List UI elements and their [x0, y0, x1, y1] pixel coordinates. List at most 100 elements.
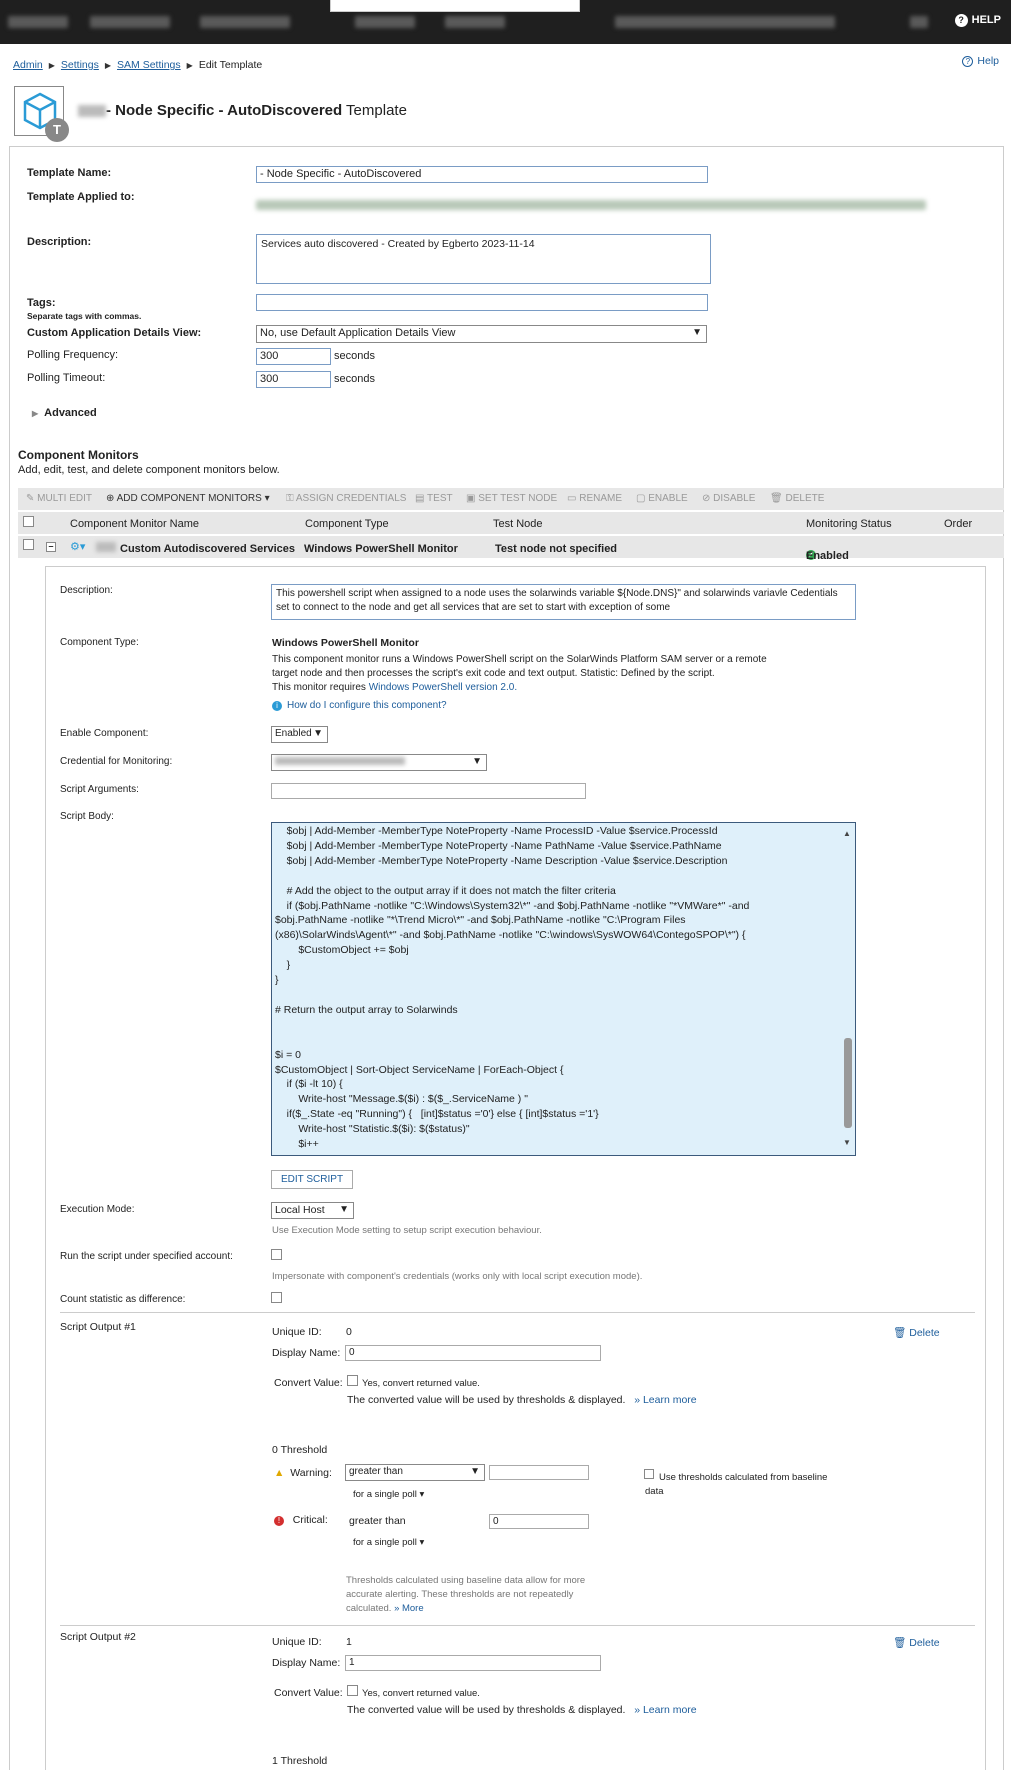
detail-description-textarea[interactable]: This powershell script when assigned to …	[271, 584, 856, 620]
convert-check-label: Yes, convert returned value.	[362, 1688, 480, 1699]
script-output-2-title: Script Output #2	[60, 1631, 136, 1643]
help-link[interactable]: ? Help	[962, 55, 999, 67]
column-order[interactable]: Order	[944, 518, 972, 530]
warning-operator-select[interactable]: greater than ▼	[345, 1464, 485, 1481]
convert-checkbox[interactable]	[347, 1375, 358, 1386]
threshold-title: 0 Threshold	[272, 1444, 328, 1456]
blurred-name-prefix	[96, 542, 116, 552]
nav-item-blurred[interactable]	[615, 16, 835, 28]
run-as-checkbox[interactable]	[271, 1249, 282, 1260]
breadcrumb-admin[interactable]: Admin	[13, 59, 43, 71]
custom-view-label: Custom Application Details View:	[27, 327, 202, 339]
configure-link[interactable]: i How do I configure this component?	[272, 700, 447, 711]
credential-select[interactable]: ▼	[271, 754, 487, 771]
script-args-input[interactable]	[271, 783, 586, 799]
script-line	[275, 988, 852, 1003]
execution-hint: Use Execution Mode setting to setup scri…	[272, 1225, 542, 1236]
display-name-input[interactable]: 0	[345, 1345, 601, 1361]
learn-more-link[interactable]: » Learn more	[634, 1704, 696, 1716]
baseline-label: Use thresholds calculated from baseline …	[645, 1472, 828, 1497]
execution-mode-select[interactable]: Local Host ▼	[271, 1202, 354, 1219]
script-line: $i++	[275, 1138, 319, 1151]
rename-button[interactable]: ▭ RENAME	[567, 493, 622, 504]
scroll-thumb[interactable]	[844, 1038, 852, 1128]
convert-checkbox[interactable]	[347, 1685, 358, 1696]
nav-item-blurred[interactable]	[445, 16, 505, 28]
script-lines: $obj | Add-Member -MemberType NoteProper…	[275, 824, 852, 1152]
display-name-input[interactable]: 1	[345, 1655, 601, 1671]
script-line: }	[275, 974, 279, 987]
tags-input[interactable]	[256, 294, 708, 311]
more-link[interactable]: » More	[394, 1603, 424, 1614]
script-line: $CustomObject += $obj	[275, 944, 409, 957]
polling-frequency-input[interactable]: 300	[256, 348, 331, 365]
nav-item-blurred[interactable]	[90, 16, 170, 28]
script-scrollbar[interactable]: ▲ ▼	[841, 823, 855, 1155]
set-test-node-button[interactable]: ▣ SET TEST NODE	[466, 493, 557, 504]
applied-nodes-blurred[interactable]	[256, 200, 926, 210]
scroll-down-icon[interactable]: ▼	[843, 1136, 851, 1151]
table-row[interactable]: – ⚙▾ Custom Autodiscovered Services Wind…	[18, 536, 1004, 562]
page-title: - Node Specific - AutoDiscovered Templat…	[78, 102, 407, 119]
script-line: if($_.State -eq "Running") { [int]$statu…	[275, 1108, 599, 1121]
warning-triangle-icon: ▲	[274, 1467, 285, 1479]
disable-button[interactable]: ⊘ DISABLE	[702, 493, 755, 504]
test-button[interactable]: ▤ TEST	[415, 493, 453, 504]
column-type[interactable]: Component Type	[305, 518, 389, 530]
enable-component-select[interactable]: Enabled ▼	[271, 726, 328, 743]
critical-value-input[interactable]: 0	[489, 1514, 589, 1529]
script-line: if ($obj.PathName -notlike "C:\Windows\S…	[275, 899, 750, 912]
column-status[interactable]: Monitoring Status	[806, 518, 892, 530]
unique-id-value: 1	[346, 1636, 352, 1648]
critical-poll-select[interactable]: for a single poll ▾	[353, 1537, 424, 1548]
powershell-version-link[interactable]: Windows PowerShell version 2.0.	[369, 682, 517, 693]
advanced-toggle[interactable]: ▶ Advanced	[32, 407, 97, 419]
enable-button[interactable]: ▢ ENABLE	[636, 493, 688, 504]
count-diff-checkbox[interactable]	[271, 1292, 282, 1303]
custom-view-select[interactable]: No, use Default Application Details View…	[256, 325, 707, 343]
polling-timeout-input[interactable]: 300	[256, 371, 331, 388]
script-body-editor[interactable]: $obj | Add-Member -MemberType NoteProper…	[271, 822, 856, 1156]
delete-button[interactable]: 🗑 DELETE	[770, 493, 824, 504]
scroll-up-icon[interactable]: ▲	[843, 827, 851, 842]
warning-poll-select[interactable]: for a single poll ▾	[353, 1489, 424, 1500]
select-all-checkbox[interactable]	[23, 516, 34, 527]
assign-credentials-button[interactable]: ⚿ ASSIGN CREDENTIALS	[286, 493, 406, 504]
nav-item-blurred[interactable]	[355, 16, 415, 28]
add-component-monitors-button[interactable]: ⊕ ADD COMPONENT MONITORS ▾	[106, 493, 270, 504]
script-body-label: Script Body:	[60, 811, 114, 822]
top-help-button[interactable]: ? HELP	[954, 14, 1001, 27]
multi-edit-button[interactable]: ✎ MULTI EDIT	[26, 493, 92, 504]
warning-value-input[interactable]	[489, 1465, 589, 1480]
breadcrumb-sam-settings[interactable]: SAM Settings	[117, 59, 181, 71]
breadcrumb-settings[interactable]: Settings	[61, 59, 99, 71]
script-line	[275, 1018, 852, 1033]
script-line: (x86)\SolarWinds\Agent\*" -and $obj.Path…	[275, 929, 746, 942]
learn-more-link[interactable]: » Learn more	[634, 1394, 696, 1406]
baseline-note-3: calculated. » More	[346, 1603, 424, 1614]
critical-operator[interactable]: greater than	[349, 1515, 406, 1527]
display-name-label: Display Name:	[272, 1657, 341, 1669]
top-navigation-bar: ? HELP	[0, 0, 1011, 44]
chevron-right-icon: ▶	[32, 409, 39, 418]
row-checkbox[interactable]	[23, 539, 34, 550]
script-line: $i = 0	[275, 1048, 301, 1061]
script-line: Write-host "Message.$($i) : $($_.Service…	[275, 1093, 528, 1106]
convert-value-label: Convert Value:	[274, 1377, 343, 1389]
column-test-node[interactable]: Test Node	[493, 518, 543, 530]
user-icon[interactable]	[910, 16, 928, 28]
count-diff-label: Count statistic as difference:	[60, 1294, 186, 1305]
column-name[interactable]: Component Monitor Name	[70, 518, 199, 530]
edit-script-button[interactable]: EDIT SCRIPT	[271, 1170, 354, 1189]
output-1-delete[interactable]: 🗑 Delete	[893, 1326, 940, 1339]
script-line: $obj | Add-Member -MemberType NoteProper…	[275, 825, 718, 837]
collapse-icon[interactable]: –	[46, 542, 56, 552]
chevron-down-icon: ▼	[313, 728, 323, 739]
description-textarea[interactable]: Services auto discovered - Created by Eg…	[256, 234, 711, 284]
help-circle-icon: ?	[962, 56, 974, 67]
nav-item-blurred[interactable]	[200, 16, 290, 28]
breadcrumb-current: Edit Template	[198, 59, 263, 71]
template-name-input[interactable]: - Node Specific - AutoDiscovered	[256, 166, 708, 183]
monitor-name[interactable]: Custom Autodiscovered Services	[120, 543, 295, 555]
output-2-delete[interactable]: 🗑 Delete	[893, 1636, 940, 1649]
